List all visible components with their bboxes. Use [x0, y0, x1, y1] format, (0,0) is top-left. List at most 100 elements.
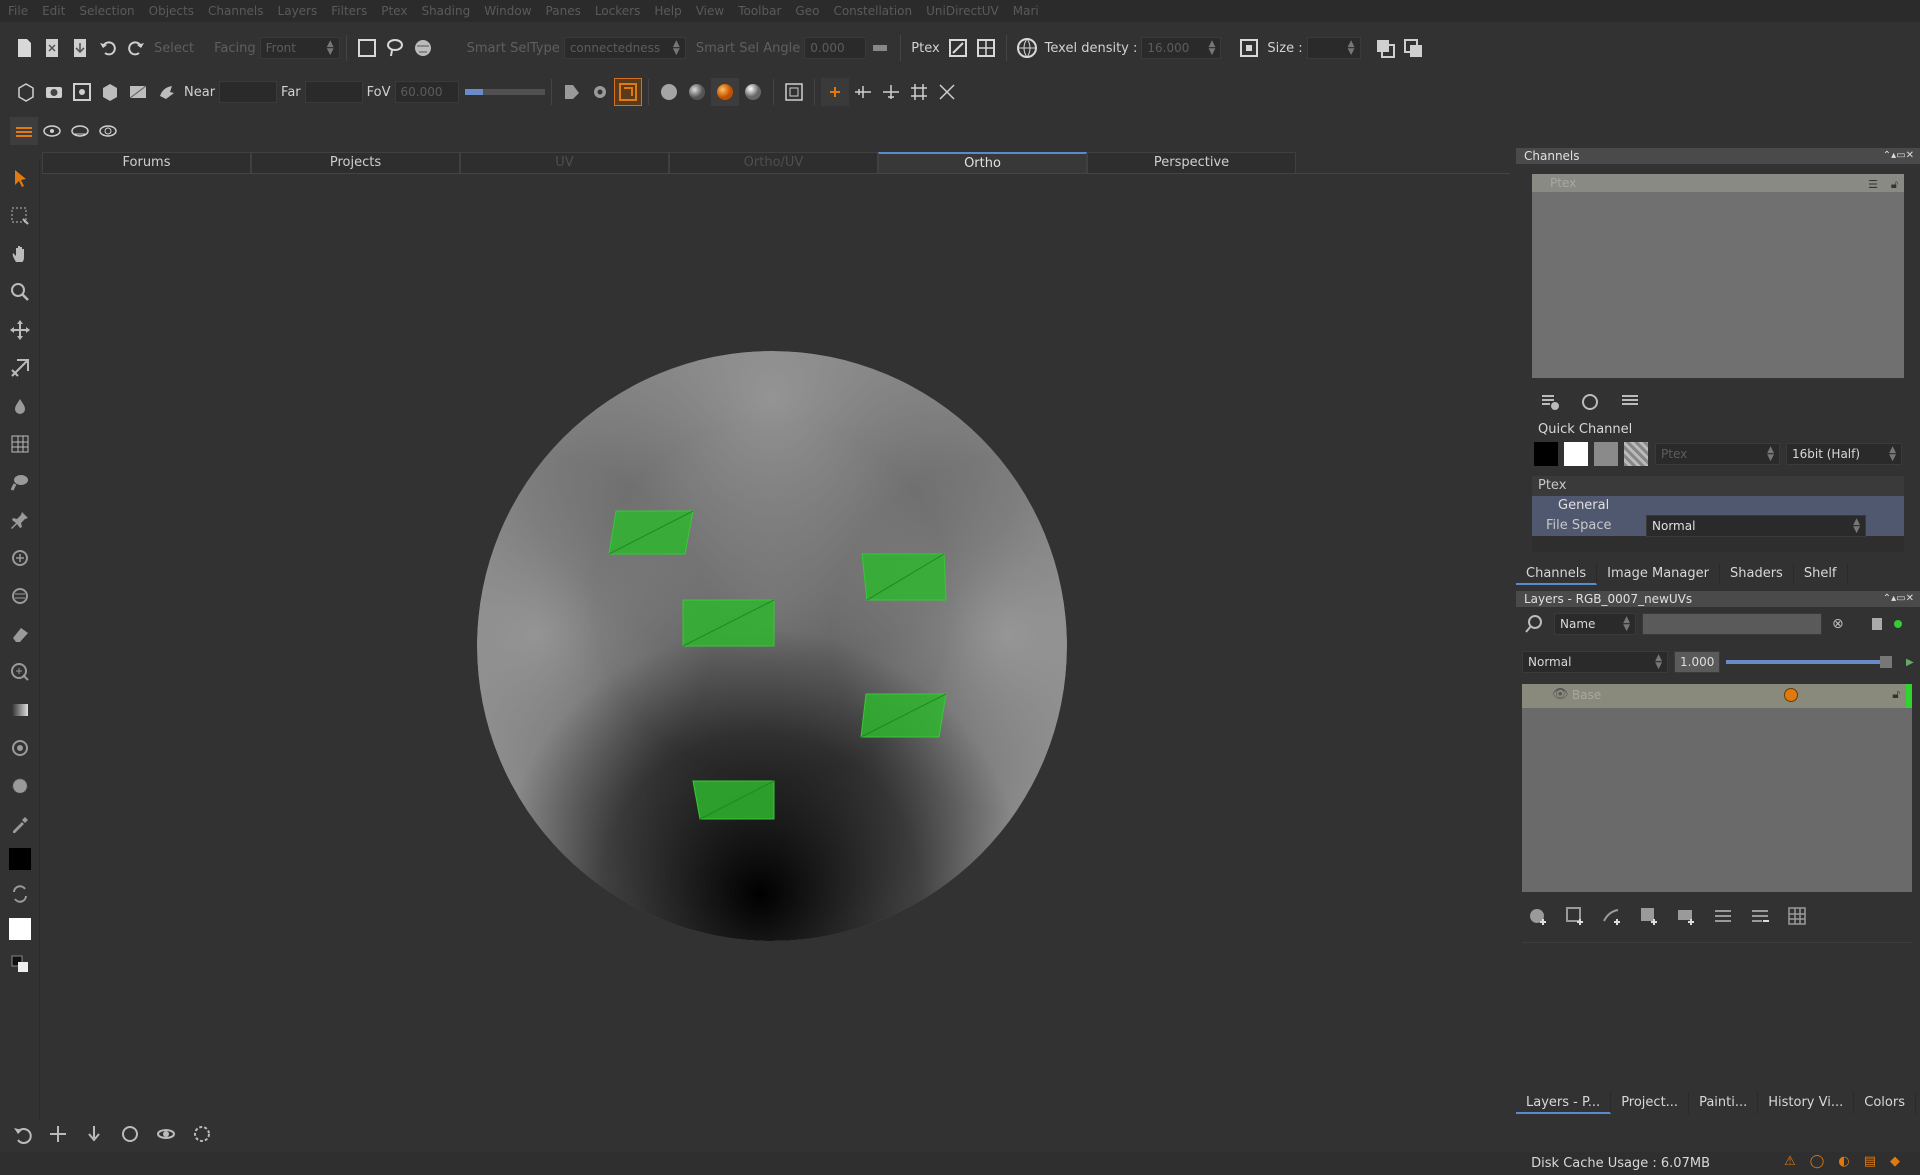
menu-item[interactable]: File [8, 4, 28, 18]
viewport-tab-ortho-uv[interactable]: Ortho/UV [669, 152, 878, 174]
smart-sel-type-dropdown[interactable]: connectedness ▲ ▼ [563, 37, 686, 59]
status-bake-icon[interactable]: ◆ [1890, 1154, 1900, 1169]
add-group-layer-icon[interactable] [1635, 902, 1663, 930]
panel-tab[interactable]: History Vi... [1758, 1092, 1855, 1114]
panel-tab[interactable]: Image Manager [1597, 563, 1720, 585]
refresh-channel-icon[interactable] [1576, 388, 1604, 416]
viewport-cube-icon[interactable] [12, 78, 40, 106]
move-bottom-icon[interactable] [44, 1120, 72, 1148]
marquee-select-icon[interactable] [6, 202, 34, 230]
far-input[interactable] [304, 81, 363, 103]
panel-tab[interactable]: Shelf [1794, 563, 1848, 585]
add-adjustment-layer-icon[interactable] [1598, 902, 1626, 930]
panel-tab[interactable]: Shaders [1720, 563, 1794, 585]
add-paint-layer-icon[interactable] [1524, 902, 1552, 930]
fit-size-icon[interactable] [1235, 34, 1263, 62]
opacity-slider[interactable] [1726, 656, 1892, 668]
facing-dropdown[interactable]: Front ▲ ▼ [259, 37, 340, 59]
quick-channel-gray[interactable] [1594, 442, 1618, 466]
menu-item[interactable]: Panes [546, 4, 581, 18]
menu-item[interactable]: UniDirectUV [926, 4, 999, 18]
props-group-general[interactable]: General [1532, 496, 1904, 516]
viewport-tab-forums[interactable]: Forums [42, 152, 251, 174]
layer-filter-input[interactable] [1642, 613, 1822, 635]
grid-paint-icon[interactable] [6, 430, 34, 458]
texel-density-input[interactable]: 16.000 ▲ ▼ [1141, 37, 1222, 59]
viewport-tab-perspective[interactable]: Perspective [1087, 152, 1296, 174]
menu-item[interactable]: View [696, 4, 724, 18]
lasso-bottom-icon[interactable] [188, 1120, 216, 1148]
transform-reset-icon[interactable] [933, 78, 961, 106]
props-section-ptex[interactable]: Ptex [1532, 476, 1904, 496]
save-icon[interactable] [66, 34, 94, 62]
viewport-canvas[interactable] [42, 176, 1510, 1112]
fill-icon[interactable] [6, 734, 34, 762]
menu-item[interactable]: Help [654, 4, 681, 18]
opacity-input[interactable]: 1.000 [1674, 651, 1720, 673]
menu-item[interactable]: Window [484, 4, 531, 18]
snap-point-icon[interactable] [820, 78, 849, 106]
layer-grid-icon[interactable] [1783, 902, 1811, 930]
ptex-grid-icon[interactable] [972, 34, 1000, 62]
status-paint-icon[interactable]: ◐ [1838, 1154, 1849, 1169]
new-file-icon[interactable] [10, 34, 38, 62]
magnify-paint-icon[interactable] [6, 658, 34, 686]
pin-icon[interactable] [6, 506, 34, 534]
snap-vertical-icon[interactable] [877, 78, 905, 106]
shader-mode-icon[interactable] [558, 78, 586, 106]
redo-icon[interactable] [122, 34, 150, 62]
menu-item[interactable]: Lockers [595, 4, 641, 18]
status-warning-icon[interactable]: ⚠︎ [1784, 1154, 1796, 1169]
camera-icon[interactable] [40, 78, 68, 106]
snap-grid-icon[interactable] [905, 78, 933, 106]
add-procedural-layer-icon[interactable] [1561, 902, 1589, 930]
cube-shaded-icon[interactable] [96, 78, 124, 106]
clip-icon[interactable] [124, 78, 152, 106]
ptex-edit-icon[interactable] [944, 34, 972, 62]
fov-input[interactable]: 60.000 [394, 81, 459, 103]
menu-item[interactable]: Objects [149, 4, 194, 18]
quick-channel-transparent[interactable] [1624, 442, 1648, 466]
channel-lock-icon[interactable]: 🔓︎ [1891, 176, 1898, 194]
drop-down-arrow-icon[interactable] [80, 1120, 108, 1148]
menu-item[interactable]: Geo [795, 4, 819, 18]
panel-tab[interactable]: Channels [1516, 563, 1598, 585]
menu-item[interactable]: Layers [278, 4, 318, 18]
transform-icon[interactable] [6, 354, 34, 382]
file-space-dropdown[interactable]: Normal ▲ ▼ [1646, 515, 1866, 537]
flat-shading-icon[interactable] [655, 78, 683, 106]
add-mask-icon[interactable] [1672, 902, 1700, 930]
fov-slider[interactable] [464, 89, 545, 95]
lasso-select-icon[interactable] [381, 34, 409, 62]
layer-list-icon[interactable] [1709, 902, 1737, 930]
slider-toggle-icon[interactable] [866, 34, 894, 62]
menu-item[interactable]: Toolbar [738, 4, 781, 18]
snap-horizontal-icon[interactable] [849, 78, 877, 106]
layer-toggle-icon[interactable] [1871, 618, 1882, 630]
quick-channel-name-input[interactable]: Ptex ▲ ▼ [1655, 443, 1780, 465]
visibility-icon[interactable] [38, 117, 66, 145]
layer-search-icon[interactable] [1520, 610, 1548, 638]
default-colors-icon[interactable] [6, 950, 34, 978]
layers-window-buttons[interactable]: ⌃▴▭✕ [1883, 591, 1914, 607]
close-file-icon[interactable] [38, 34, 66, 62]
swap-colors-icon[interactable] [6, 880, 34, 908]
panel-tab[interactable]: Layers - P... [1516, 1092, 1612, 1114]
frame-all-icon[interactable] [68, 78, 96, 106]
smart-sel-angle-input[interactable]: 0.000 [804, 37, 867, 59]
menu-item[interactable]: Selection [79, 4, 134, 18]
menu-item[interactable]: Filters [331, 4, 367, 18]
eyedropper-icon[interactable] [6, 810, 34, 838]
channel-list[interactable]: Ptex ☰ 🔓︎ [1532, 174, 1904, 378]
add-channel-icon[interactable] [1536, 388, 1564, 416]
gear-icon[interactable] [586, 78, 614, 106]
brush-icon[interactable] [6, 468, 34, 496]
status-layers-icon[interactable]: ▤ [1864, 1154, 1876, 1169]
globe-icon[interactable] [1013, 34, 1041, 62]
hand-gesture-icon[interactable] [152, 78, 180, 106]
status-sync-icon[interactable]: ◯ [1810, 1154, 1825, 1169]
visibility-alt-icon[interactable] [66, 117, 94, 145]
copy-layout-icon[interactable] [1371, 34, 1399, 62]
full-shading-icon[interactable] [710, 78, 739, 106]
channel-menu-icon[interactable]: ☰ [1868, 176, 1878, 194]
